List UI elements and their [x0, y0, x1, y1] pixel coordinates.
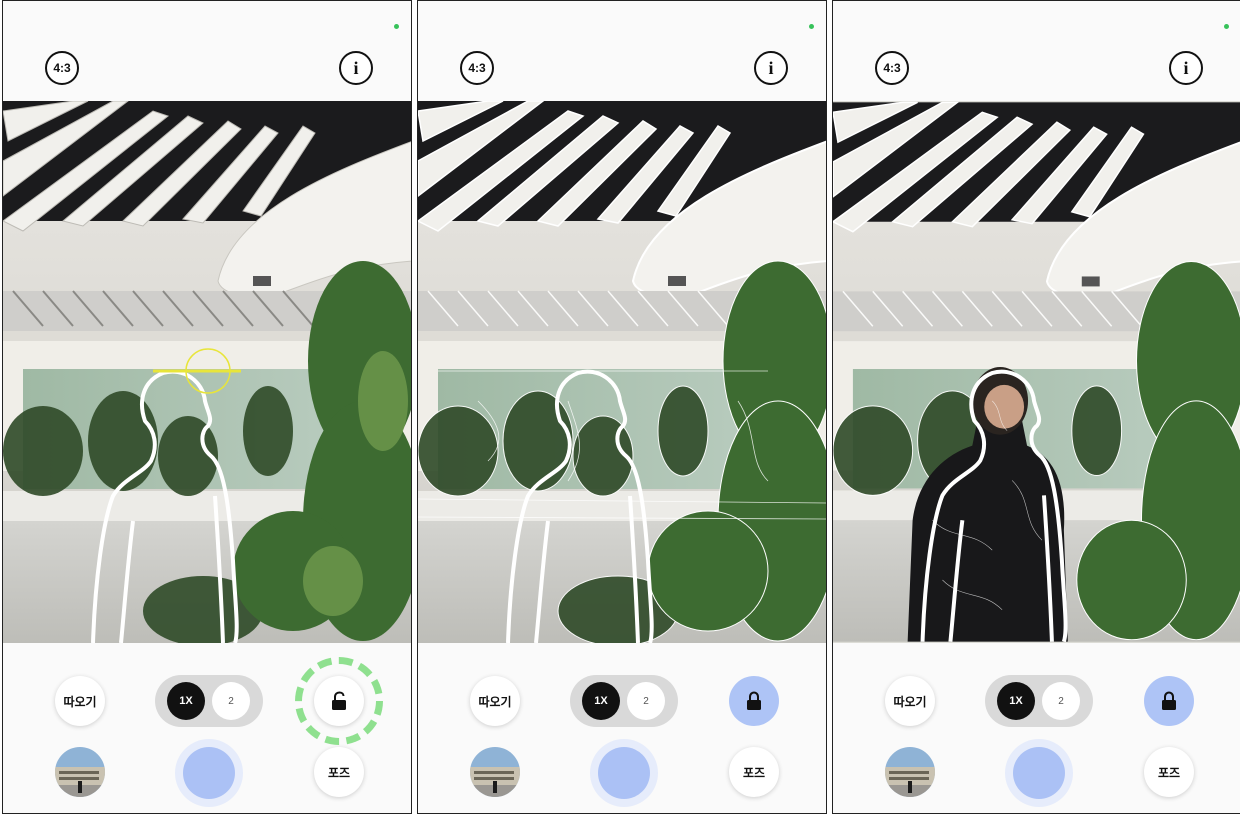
shutter-button[interactable]: [175, 739, 243, 807]
pose-button[interactable]: 포즈: [314, 747, 364, 797]
camera-viewfinder[interactable]: [3, 101, 411, 643]
cutout-button[interactable]: 따오기: [470, 676, 520, 726]
camera-controls: 따오기 1X 2 포즈: [418, 643, 826, 813]
camera-screen-1: 4:3 i 따오기 1X 2 포즈: [2, 0, 412, 814]
shutter-inner: [183, 747, 235, 799]
zoom-toggle: 1X 2: [985, 675, 1093, 727]
shutter-inner: [1013, 747, 1065, 799]
camera-viewfinder[interactable]: [418, 101, 826, 643]
zoom-2x-button[interactable]: 2: [1042, 682, 1080, 720]
camera-screen-2: 4:3 i 따오기 1X 2 포즈: [417, 0, 827, 814]
zoom-toggle: 1X 2: [570, 675, 678, 727]
lock-button[interactable]: [729, 676, 779, 726]
zoom-1x-button[interactable]: 1X: [167, 682, 205, 720]
aspect-ratio-button[interactable]: 4:3: [45, 51, 79, 85]
status-dot: [394, 24, 399, 29]
scene-image-edge-overlay: [418, 101, 826, 643]
status-dot: [809, 24, 814, 29]
aspect-ratio-button[interactable]: 4:3: [460, 51, 494, 85]
shutter-button[interactable]: [1005, 739, 1073, 807]
gallery-thumbnail[interactable]: [885, 747, 935, 797]
gallery-thumbnail[interactable]: [470, 747, 520, 797]
zoom-1x-button[interactable]: 1X: [997, 682, 1035, 720]
camera-controls: 따오기 1X 2 포즈: [3, 643, 411, 813]
thumbnail-image: [470, 747, 520, 797]
shutter-inner: [598, 747, 650, 799]
scene-image: [3, 101, 411, 643]
camera-controls: 따오기 1X 2 포즈: [833, 643, 1240, 813]
gallery-thumbnail[interactable]: [55, 747, 105, 797]
zoom-1x-button[interactable]: 1X: [582, 682, 620, 720]
camera-viewfinder[interactable]: [833, 101, 1240, 643]
scene-image-with-person: [833, 101, 1240, 643]
aspect-ratio-button[interactable]: 4:3: [875, 51, 909, 85]
zoom-2x-button[interactable]: 2: [627, 682, 665, 720]
lock-closed-icon: [1162, 691, 1176, 710]
cutout-button[interactable]: 따오기: [885, 676, 935, 726]
status-dot: [1224, 24, 1229, 29]
lock-open-icon: [332, 691, 346, 710]
pose-button[interactable]: 포즈: [729, 747, 779, 797]
lock-closed-icon: [747, 691, 761, 710]
zoom-2x-button[interactable]: 2: [212, 682, 250, 720]
cutout-button[interactable]: 따오기: [55, 676, 105, 726]
lock-button[interactable]: [314, 676, 364, 726]
thumbnail-image: [885, 747, 935, 797]
camera-screen-3: 4:3 i 따오기 1X 2 포즈: [832, 0, 1240, 814]
thumbnail-image: [55, 747, 105, 797]
shutter-button[interactable]: [590, 739, 658, 807]
info-button[interactable]: i: [339, 51, 373, 85]
pose-button[interactable]: 포즈: [1144, 747, 1194, 797]
lock-button[interactable]: [1144, 676, 1194, 726]
info-button[interactable]: i: [1169, 51, 1203, 85]
zoom-toggle: 1X 2: [155, 675, 263, 727]
info-button[interactable]: i: [754, 51, 788, 85]
